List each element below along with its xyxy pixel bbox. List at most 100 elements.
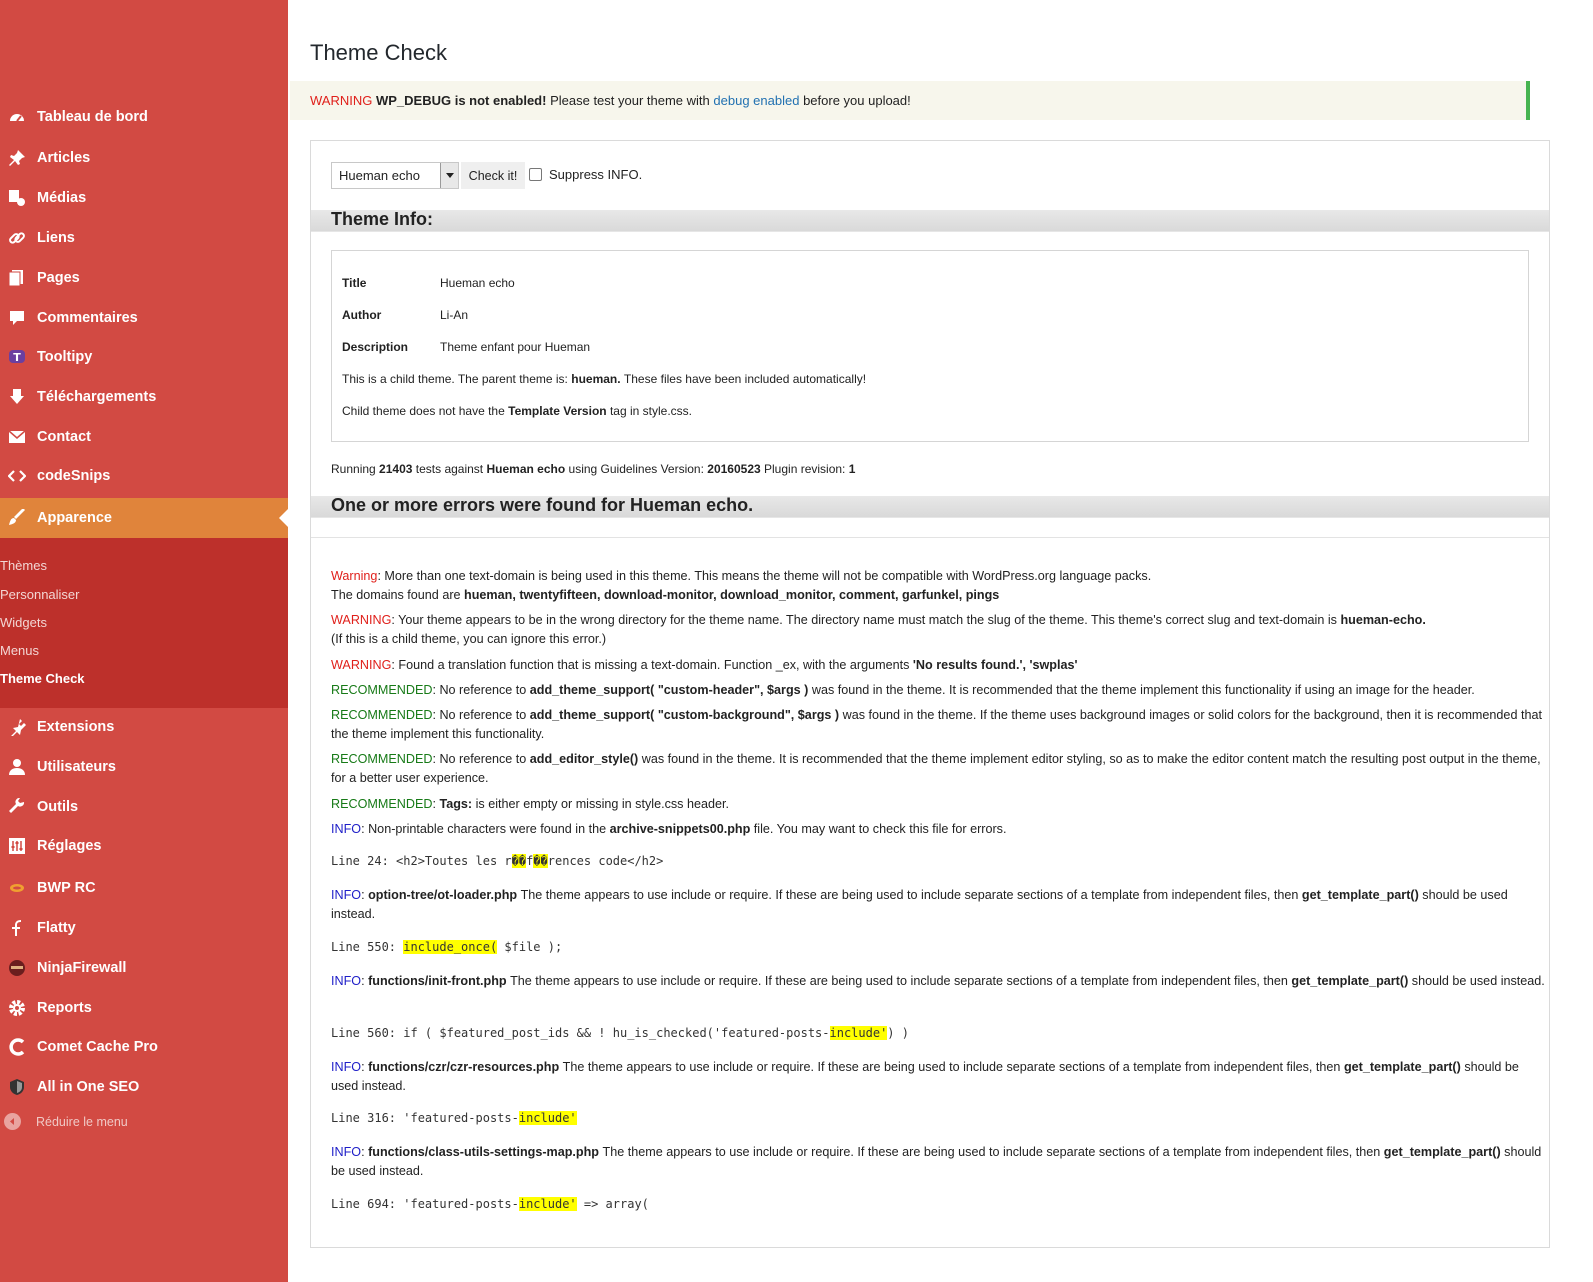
menu-item-bwp-rc[interactable]: BWP RC bbox=[0, 868, 288, 908]
menu-item-all-in-one-seo[interactable]: All in One SEO bbox=[0, 1067, 288, 1107]
result-message: INFO: Non-printable characters were foun… bbox=[331, 820, 1549, 839]
msg-text: : Found a translation function that is m… bbox=[391, 658, 910, 672]
menu-label: Reports bbox=[37, 1000, 92, 1016]
page-title: Theme Check bbox=[310, 40, 447, 65]
function-name: get_template_part() bbox=[1301, 888, 1419, 902]
code-line: Line 550: include_once( $file ); bbox=[331, 940, 562, 954]
plugin-revision: 1 bbox=[848, 462, 856, 476]
msg-text: : No reference to bbox=[432, 752, 527, 766]
info-author-value: Li-An bbox=[440, 308, 469, 322]
collapse-icon bbox=[4, 1113, 21, 1130]
result-message: WARNING: Found a translation function th… bbox=[331, 656, 1549, 675]
menu-item-extensions[interactable]: Extensions bbox=[0, 707, 288, 747]
menu-item-tooltipy[interactable]: T Tooltipy bbox=[0, 337, 288, 377]
link-icon bbox=[4, 228, 30, 248]
tags-label: Tags: bbox=[439, 797, 473, 811]
info-description-value: Theme enfant pour Hueman bbox=[440, 340, 591, 354]
submenu-customize[interactable]: Personnaliser bbox=[0, 587, 80, 602]
menu-item-dashboard[interactable]: Tableau de bord bbox=[0, 97, 288, 137]
menu-item-reports[interactable]: Reports bbox=[0, 988, 288, 1028]
menu-label: Flatty bbox=[37, 920, 76, 936]
theme-check-panel: Hueman echo Check it! Suppress INFO. The… bbox=[310, 140, 1550, 1248]
menu-item-medias[interactable]: Médias bbox=[0, 178, 288, 218]
submenu-menus[interactable]: Menus bbox=[0, 643, 39, 658]
menu-item-utilisateurs[interactable]: Utilisateurs bbox=[0, 747, 288, 787]
guidelines-version: 20160523 bbox=[707, 462, 761, 476]
suppress-info-checkbox[interactable] bbox=[529, 168, 542, 181]
menu-item-articles[interactable]: Articles bbox=[0, 138, 288, 178]
menu-label: codeSnips bbox=[37, 468, 111, 484]
submenu-widgets[interactable]: Widgets bbox=[0, 615, 47, 630]
menu-label: NinjaFirewall bbox=[37, 960, 127, 976]
menu-item-ninjafirewall[interactable]: NinjaFirewall bbox=[0, 948, 288, 988]
msg-text: (If this is a child theme, you can ignor… bbox=[331, 632, 607, 646]
file-name: functions/czr/czr-resources.php bbox=[368, 1060, 560, 1074]
submenu-theme-check[interactable]: Theme Check bbox=[0, 671, 85, 686]
debug-notice: WARNING WP_DEBUG is not enabled! Please … bbox=[290, 81, 1530, 120]
menu-item-pages[interactable]: Pages bbox=[0, 258, 288, 298]
theme-select[interactable]: Hueman echo bbox=[331, 162, 459, 189]
results-heading: One or more errors were found for Hueman… bbox=[331, 495, 754, 515]
collapse-menu[interactable]: Réduire le menu bbox=[4, 1113, 128, 1130]
info-title-value: Hueman echo bbox=[440, 276, 515, 290]
suppress-info-label: Suppress INFO. bbox=[549, 167, 643, 182]
menu-label: All in One SEO bbox=[37, 1079, 140, 1095]
function-name: add_editor_style() bbox=[529, 752, 639, 766]
code-text: Line 694: 'featured-posts- bbox=[331, 1197, 519, 1211]
run-text: tests against bbox=[415, 462, 484, 476]
msg-text: is either empty or missing in style.css … bbox=[475, 797, 729, 811]
result-message: RECOMMENDED: No reference to add_theme_s… bbox=[331, 706, 1549, 744]
info-author-key: Author bbox=[342, 308, 382, 322]
menu-item-liens[interactable]: Liens bbox=[0, 218, 288, 258]
pin-icon bbox=[4, 148, 30, 168]
menu-item-flatty[interactable]: Flatty bbox=[0, 908, 288, 948]
code-text: rences code</h2> bbox=[547, 854, 664, 868]
result-message: INFO: functions/czr/czr-resources.php Th… bbox=[331, 1060, 1519, 1093]
menu-label: Liens bbox=[37, 230, 75, 246]
msg-text: was found in the theme. It is recommende… bbox=[811, 683, 1475, 697]
function-name: add_theme_support( "custom-header", $arg… bbox=[529, 683, 809, 697]
code-highlight: include_once( bbox=[403, 940, 498, 954]
code-highlight: �� bbox=[533, 854, 548, 868]
result-message: WARNING: Your theme appears to be in the… bbox=[331, 611, 1549, 649]
recommended-tag: RECOMMENDED bbox=[331, 797, 433, 811]
result-message: INFO: functions/init-front.php The theme… bbox=[331, 974, 1545, 988]
warning-tag: WARNING bbox=[331, 658, 392, 672]
msg-text: The theme appears to use include or requ… bbox=[602, 1145, 1381, 1159]
domains-list: hueman, twentyfifteen, download-monitor,… bbox=[464, 588, 1000, 602]
appearance-submenu: Thèmes Personnaliser Widgets Menus Theme… bbox=[0, 538, 288, 708]
msg-text: : Non-printable characters were found in… bbox=[361, 822, 607, 836]
menu-item-contact[interactable]: Contact bbox=[0, 417, 288, 457]
user-icon bbox=[4, 757, 30, 777]
msg-text: The theme appears to use include or requ… bbox=[520, 888, 1299, 902]
result-message: Warning: More than one text-domain is be… bbox=[331, 567, 1549, 605]
file-name: functions/class-utils-settings-map.php bbox=[368, 1145, 599, 1159]
menu-label: Pages bbox=[37, 270, 80, 286]
menu-item-apparence[interactable]: Apparence bbox=[0, 498, 288, 538]
code-line: Line 694: 'featured-posts-include' => ar… bbox=[331, 1197, 649, 1211]
info-tag: INFO bbox=[331, 974, 362, 988]
code-icon bbox=[4, 466, 30, 486]
menu-item-telechargements[interactable]: Téléchargements bbox=[0, 377, 288, 417]
recommended-tag: RECOMMENDED bbox=[331, 683, 433, 697]
menu-label: Téléchargements bbox=[37, 389, 157, 405]
menu-item-codesnips[interactable]: codeSnips bbox=[0, 456, 288, 496]
menu-item-outils[interactable]: Outils bbox=[0, 787, 288, 827]
debug-enabled-link[interactable]: debug enabled bbox=[713, 93, 799, 108]
code-text: $file ); bbox=[497, 940, 563, 954]
menu-item-comet-cache[interactable]: Comet Cache Pro bbox=[0, 1027, 288, 1067]
wrench-icon bbox=[4, 797, 30, 817]
submenu-themes[interactable]: Thèmes bbox=[0, 558, 47, 573]
chevron-down-icon[interactable] bbox=[440, 163, 458, 188]
info-tag: INFO bbox=[331, 1145, 362, 1159]
notice-text: Please test your theme with bbox=[550, 93, 710, 108]
check-it-button[interactable]: Check it! bbox=[461, 162, 525, 189]
theme-info-bar bbox=[311, 210, 1549, 232]
recommended-tag: RECOMMENDED bbox=[331, 708, 433, 722]
code-highlight: include' bbox=[518, 1197, 577, 1211]
recommended-tag: RECOMMENDED bbox=[331, 752, 433, 766]
menu-item-reglages[interactable]: Réglages bbox=[0, 826, 288, 866]
msg-text: : No reference to bbox=[432, 683, 527, 697]
settings-icon bbox=[4, 836, 30, 856]
menu-item-commentaires[interactable]: Commentaires bbox=[0, 298, 288, 338]
